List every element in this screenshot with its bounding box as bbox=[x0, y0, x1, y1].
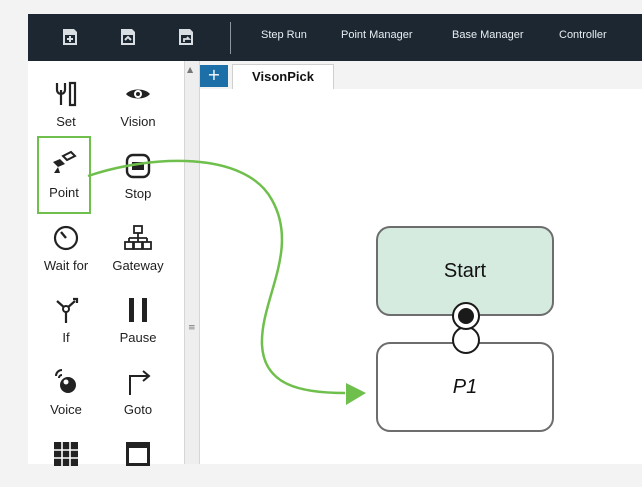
scroll-up-icon[interactable]: ▲ bbox=[187, 65, 193, 74]
tab-visonpick[interactable]: VisonPick bbox=[232, 64, 334, 89]
tool-point[interactable]: Point bbox=[37, 136, 91, 214]
tool-vision[interactable]: Vision bbox=[108, 61, 168, 129]
tool-goto[interactable]: Goto bbox=[108, 349, 168, 417]
tool-wait-for[interactable]: Wait for bbox=[36, 205, 96, 273]
menu-controller[interactable]: Controller bbox=[559, 29, 607, 41]
tool-label: If bbox=[62, 330, 70, 345]
if-icon bbox=[56, 297, 79, 323]
save-file-icon[interactable] bbox=[176, 27, 196, 47]
wait-for-icon bbox=[53, 225, 79, 251]
output-port[interactable] bbox=[452, 302, 480, 330]
voice-icon bbox=[55, 369, 76, 393]
open-file-icon[interactable] bbox=[118, 27, 138, 47]
tab-strip: + VisonPick bbox=[200, 61, 642, 89]
tool-voice[interactable]: Voice bbox=[36, 349, 96, 417]
tool-label: Point bbox=[49, 185, 79, 200]
tool-label: Set bbox=[56, 114, 76, 129]
goto-icon bbox=[129, 370, 151, 395]
tool-label: Gateway bbox=[112, 258, 164, 273]
stop-icon bbox=[125, 153, 151, 179]
tool-label: Pause bbox=[119, 330, 157, 345]
tool-label: Wait for bbox=[43, 258, 89, 273]
tool-set[interactable]: Set bbox=[36, 61, 96, 129]
tool-pause[interactable]: Pause bbox=[108, 277, 168, 345]
gateway-icon bbox=[124, 225, 152, 250]
menu-base-manager[interactable]: Base Manager bbox=[452, 29, 524, 41]
pause-icon bbox=[129, 298, 147, 322]
palette-scrollbar[interactable]: ▲ ≡ bbox=[184, 61, 200, 464]
tool-gateway[interactable]: Gateway bbox=[108, 205, 168, 273]
p1-node[interactable]: P1 bbox=[376, 342, 554, 432]
new-file-icon[interactable] bbox=[60, 27, 80, 47]
tool-if[interactable]: If bbox=[36, 277, 96, 345]
vision-icon bbox=[126, 89, 150, 99]
menu-step-run[interactable]: Step Run bbox=[261, 29, 307, 41]
grid-icon bbox=[54, 442, 78, 466]
tool-palette: Set Vision Point Stop Wait for Gateway I… bbox=[28, 61, 185, 466]
input-port[interactable] bbox=[452, 326, 480, 354]
top-toolbar: Step Run Point Manager Base Manager Cont… bbox=[28, 14, 642, 61]
tool-label: Vision bbox=[120, 114, 156, 129]
tool-label: Goto bbox=[123, 402, 153, 417]
tool-window[interactable] bbox=[108, 421, 168, 487]
window-icon bbox=[126, 442, 150, 466]
set-icon bbox=[55, 81, 77, 107]
toolbar-separator bbox=[230, 22, 231, 54]
add-tab-button[interactable]: + bbox=[200, 65, 228, 87]
menu-point-manager[interactable]: Point Manager bbox=[341, 29, 413, 41]
point-icon bbox=[53, 150, 77, 173]
tool-stop[interactable]: Stop bbox=[108, 133, 168, 201]
scroll-grip-icon[interactable]: ≡ bbox=[188, 323, 196, 333]
tool-label: Voice bbox=[50, 402, 82, 417]
tool-label: Stop bbox=[124, 186, 152, 201]
tool-table[interactable] bbox=[36, 421, 96, 487]
